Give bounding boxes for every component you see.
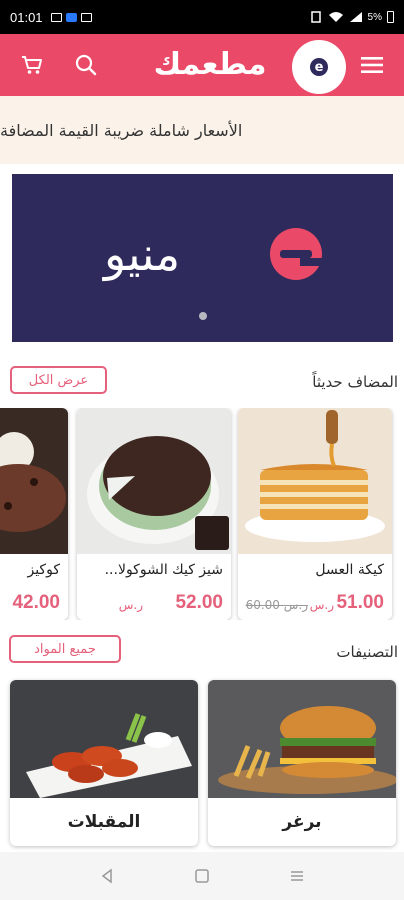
product-image (238, 408, 392, 554)
battery-percent: 5% (367, 11, 382, 23)
categories-title: التصنيفات (336, 643, 398, 661)
product-name: شيز كيك الشوكولا... (104, 562, 223, 578)
wifi-icon (328, 12, 343, 22)
product-price: 51.00 (336, 592, 384, 613)
product-card[interactable]: كوكيز 42.00 (0, 408, 68, 620)
category-image (10, 680, 198, 798)
category-card-appetizers[interactable]: المقبلات (10, 680, 198, 846)
product-image (0, 408, 68, 554)
product-old-price: 60.00 ر.س (245, 598, 308, 612)
all-items-button[interactable]: جميع المواد (9, 635, 121, 663)
system-nav-bar (0, 852, 404, 900)
home-nav-icon[interactable] (190, 864, 214, 888)
product-price: 42.00 (12, 592, 60, 613)
category-card-burger[interactable]: برغر (208, 680, 396, 846)
product-currency: ر.س (309, 598, 334, 612)
product-card[interactable]: كيكة العسل 51.00 ر.س 60.00 ر.س (238, 408, 392, 620)
brand-title: مطعمك (153, 47, 267, 82)
view-all-button[interactable]: عرض الكل (10, 366, 107, 394)
product-name: كوكيز (27, 562, 60, 578)
vibrate-icon (310, 11, 321, 23)
carousel-indicator[interactable] (199, 312, 207, 320)
status-bar: 01:01 5% (0, 0, 404, 34)
search-icon[interactable] (72, 51, 100, 79)
product-image (77, 408, 231, 554)
vat-notice: الأسعار شاملة ضريبة القيمة المضافة (0, 96, 404, 164)
logo-badge[interactable]: e (292, 40, 346, 94)
promo-logo-icon (270, 228, 322, 280)
product-card[interactable]: شيز كيك الشوكولا... 52.00 ر.س (77, 408, 231, 620)
category-name: برغر (282, 812, 322, 832)
products-carousel[interactable]: كيكة العسل 51.00 ر.س 60.00 ر.س شيز كيك ا… (0, 408, 404, 620)
cart-icon[interactable] (18, 51, 46, 79)
product-currency: ر.س (118, 598, 143, 612)
logo-letter: e (310, 58, 328, 76)
laptop-icon (50, 12, 62, 22)
promo-word: منيو (104, 227, 181, 281)
signal-icon (349, 12, 362, 22)
recents-nav-icon[interactable] (285, 864, 309, 888)
message-icon (80, 12, 92, 22)
category-name: المقبلات (67, 812, 141, 832)
status-time: 01:01 (10, 9, 43, 25)
back-nav-icon[interactable] (95, 864, 119, 888)
menu-icon[interactable] (358, 51, 386, 79)
recently-added-title: المضاف حديثاً (312, 373, 398, 391)
battery-icon (387, 11, 394, 23)
notification-icons (50, 12, 92, 22)
bluetooth-app-icon (65, 12, 77, 22)
product-name: كيكة العسل (315, 562, 384, 578)
app-header: مطعمك e (0, 34, 404, 96)
product-price: 52.00 (175, 592, 223, 613)
category-image (208, 680, 396, 798)
system-icons: 5% (309, 11, 394, 23)
